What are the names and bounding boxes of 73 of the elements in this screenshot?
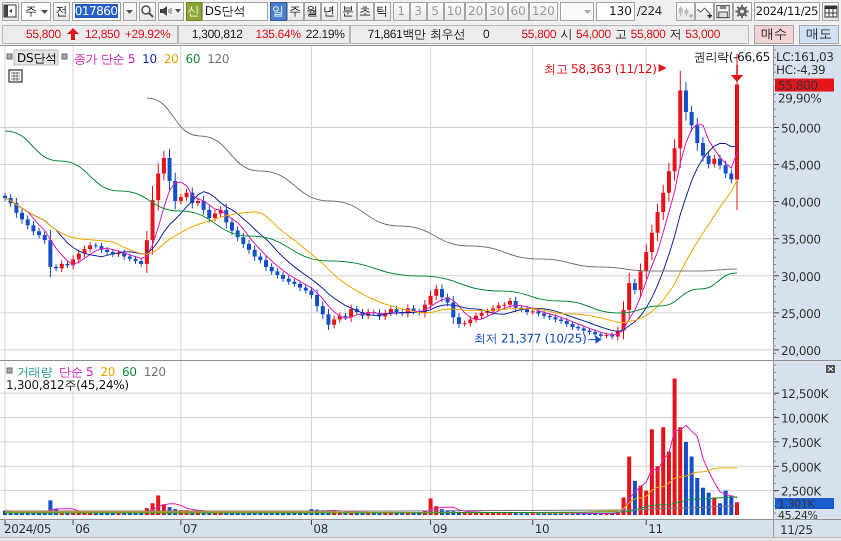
best-quote-label: 최우선 [430,26,465,42]
price-label: 시 [560,26,572,42]
price-change: 12,850 [84,27,120,41]
period-tab[interactable]: 틱 [374,2,391,20]
volume-summary: 1,300,812주(45,24%) [6,378,129,392]
axis-label: 2,500K [781,484,821,499]
period-tab[interactable]: 년 [320,2,338,20]
legend-item: 단순 5 [59,365,94,379]
market-dropdown[interactable]: 주 [20,2,51,20]
date-label: 09 [432,522,448,536]
last-change-rate: 29,90% [778,92,822,106]
hc-value: HC:-4,39 [776,63,826,77]
current-price: 55,800 [26,27,61,41]
price-label: 고 [614,26,627,42]
last-volume-marker: 1,301K [775,498,834,510]
period-tab[interactable]: 일 [270,2,287,20]
buy-button[interactable]: 매수 [754,24,794,44]
date-label: 11 [648,522,663,536]
date-label: 06 [75,522,90,536]
last-volume-rate: 45,24% [778,509,818,520]
price-value: 55,800 [630,27,666,41]
legend-item: 120 [207,52,230,66]
count-field[interactable]: 130 [596,2,635,20]
new-badge: 신 [186,2,202,20]
date-label: 10 [534,522,550,536]
period-tab[interactable]: 월 [304,2,321,20]
axis-label: 45,000 [781,158,821,173]
lc-value: LC:161,03 [776,50,834,64]
prev-button[interactable]: 전 [52,2,70,20]
volume-ratio: 135.64% [255,27,301,41]
period-tab[interactable]: 주 [286,2,304,20]
date-label: 07 [182,522,198,536]
period-tab[interactable]: 분 [340,2,357,20]
code-field[interactable]: 017860 [72,2,121,20]
axis-label: 5,000K [781,460,821,474]
date-label: 2024/05 [4,522,52,536]
best-quote-price: 55,800 [521,27,556,41]
axis-label: 30,000 [781,270,821,284]
axis-label: 25,000 [781,306,821,321]
current-date-label: 11/25 [780,523,813,537]
stock-name-field[interactable]: DS단석 [202,2,268,20]
volume-value: 1,300,812 [192,27,242,41]
price-value: 54,000 [576,27,611,41]
axis-label: 10,000K [781,412,828,426]
legend-item: 10 [142,52,157,66]
legend-item: 20 [164,52,179,66]
sell-button[interactable]: 매도 [799,24,839,44]
axis-label: 7,500K [781,436,821,450]
axis-label: 20,000 [781,344,821,358]
stock-name-tag: DS단석 [14,50,58,66]
last-price-marker: 55,800 [775,78,834,93]
turnover-rate: 22.19% [306,27,345,41]
period-tab[interactable]: 초 [356,2,374,20]
price-value: 53,000 [685,27,720,41]
trade-amount: 71,861백만 [368,26,426,42]
legend-item: 60 [122,365,137,379]
axis-label: 35,000 [781,232,821,247]
axis-label: 12,500K [781,387,828,402]
axis-label: 50,000 [781,122,821,136]
legend-item: 20 [100,365,116,379]
axis-label: 40,000 [781,196,821,210]
legend-item: 120 [144,365,166,379]
legend-item: 종가 단순 5 [74,52,136,66]
best-quote-qty: 0 [483,27,490,41]
date-label: 08 [313,522,328,536]
date-field[interactable]: 2024/11/25 [754,2,820,20]
high-price-note: 최고 58,363 (11/12) [544,62,657,76]
legend-item: 60 [186,52,200,66]
price-label: 저 [670,26,682,42]
count-total: /224 [636,4,662,18]
volume-title: 거래량 [17,365,52,379]
change-rate: +29.92% [124,27,170,41]
low-price-note: 최저 21,377 (10/25) [474,332,586,346]
